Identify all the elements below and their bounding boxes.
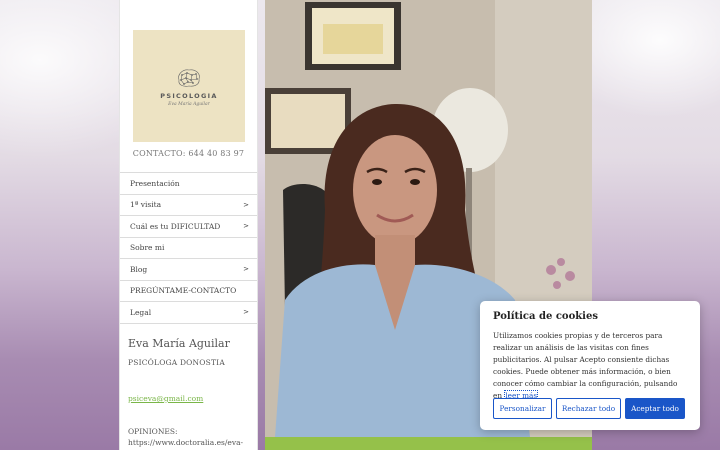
nav-item-label: 1ª visita xyxy=(130,200,162,210)
green-accent-bar xyxy=(265,437,592,450)
nav-item-label: Legal xyxy=(130,307,152,317)
nav-item-contacto[interactable]: PREGÚNTAME-CONTACTO xyxy=(120,281,257,302)
nav-item-blog[interactable]: Blog > xyxy=(120,259,257,281)
cookie-title: Política de cookies xyxy=(493,311,598,322)
email-link[interactable]: psiceva@gmail.com xyxy=(128,394,203,403)
reject-all-button[interactable]: Rechazar todo xyxy=(556,398,621,419)
accept-all-button[interactable]: Aceptar todo xyxy=(625,398,685,419)
cookie-text: Utilizamos cookies propias y de terceros… xyxy=(493,330,687,402)
nav-item-sobre-mi[interactable]: Sobre mi xyxy=(120,238,257,259)
nav-item-legal[interactable]: Legal > xyxy=(120,302,257,324)
logo-subtitle: Eva María Aguilar xyxy=(168,102,210,107)
logo[interactable]: PSICOLOGIA Eva María Aguilar xyxy=(133,30,245,142)
nav-item-presentacion[interactable]: Presentación xyxy=(120,173,257,195)
nav-item-label: PREGÚNTAME-CONTACTO xyxy=(130,286,237,296)
nav-item-primera-visita[interactable]: 1ª visita > xyxy=(120,195,257,216)
brain-network-icon xyxy=(178,69,200,87)
nav-item-label: Sobre mi xyxy=(130,243,165,253)
nav-item-label: Presentación xyxy=(130,178,180,188)
chevron-right-icon: > xyxy=(243,200,249,209)
nav-item-dificultad[interactable]: Cuál es tu DIFICULTAD > xyxy=(120,216,257,238)
contact-phone: CONTACTO: 644 40 83 97 xyxy=(132,149,245,158)
sidebar: PSICOLOGIA Eva María Aguilar CONTACTO: 6… xyxy=(119,0,258,450)
opiniones-text: OPINIONES: https://www.doctoralia.es/eva… xyxy=(128,427,244,447)
customize-button[interactable]: Personalizar xyxy=(493,398,552,419)
cookie-buttons: Personalizar Rechazar todo Aceptar todo xyxy=(493,398,685,419)
nav-item-label: Cuál es tu DIFICULTAD xyxy=(130,221,221,231)
chevron-right-icon: > xyxy=(243,265,249,274)
chevron-right-icon: > xyxy=(243,308,249,317)
nav-item-label: Blog xyxy=(130,264,148,274)
profile-role: PSICÓLOGA DONOSTIA xyxy=(128,358,225,367)
chevron-right-icon: > xyxy=(243,222,249,231)
cookie-banner: Política de cookies Utilizamos cookies p… xyxy=(480,301,700,430)
main-nav: Presentación 1ª visita > Cuál es tu DIFI… xyxy=(120,172,257,324)
logo-title: PSICOLOGIA xyxy=(160,92,218,100)
profile-name: Eva María Aguilar xyxy=(128,337,230,350)
